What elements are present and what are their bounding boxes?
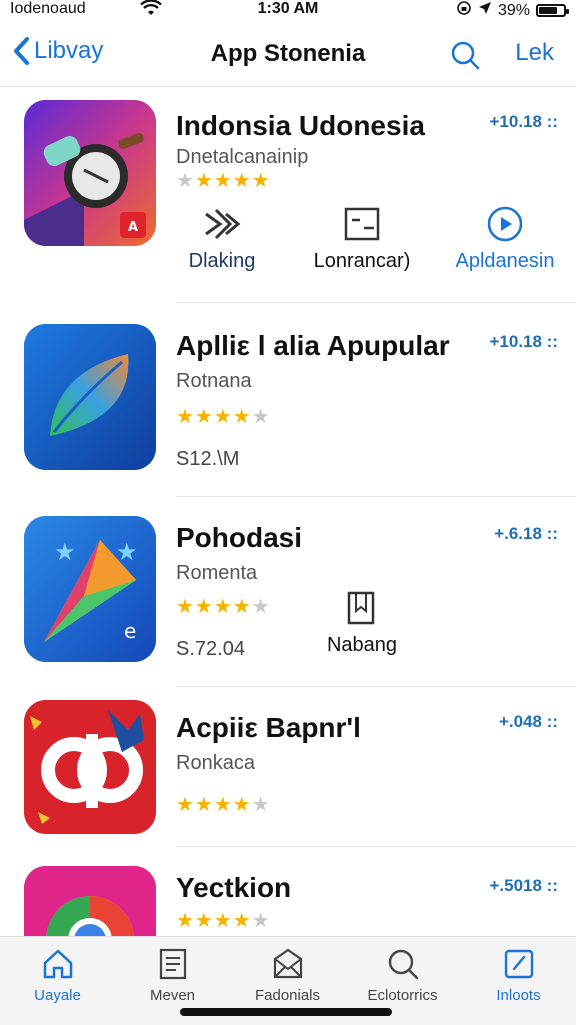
price-tag: +.048 :: bbox=[498, 712, 558, 731]
row-divider bbox=[176, 302, 576, 303]
tab-inloots[interactable]: Inloots bbox=[461, 947, 576, 1004]
row-divider bbox=[176, 846, 576, 847]
action-label: Apldanesin bbox=[455, 250, 555, 272]
home-indicator[interactable] bbox=[180, 1008, 392, 1016]
play-icon bbox=[487, 206, 523, 242]
tab-meven[interactable]: Meven bbox=[115, 947, 230, 1004]
price-tag: +.6.18 :: bbox=[494, 524, 558, 543]
action-button[interactable]: Apldanesin bbox=[435, 206, 575, 273]
tab-updates[interactable]: Uayale bbox=[0, 947, 115, 1004]
app-subtitle: Romenta bbox=[176, 562, 258, 584]
tab-label: Fadonials bbox=[254, 987, 321, 1004]
bookmark-icon bbox=[347, 591, 375, 625]
nav-right-link[interactable]: Lek bbox=[515, 39, 554, 67]
search-icon[interactable] bbox=[450, 40, 480, 75]
home-icon bbox=[43, 949, 72, 979]
app-name: Aplliε l alia Apupular bbox=[176, 330, 450, 361]
app-name: Acpiiε Bapnr'l bbox=[176, 712, 361, 743]
app-icon: A bbox=[24, 100, 156, 246]
svg-text:A: A bbox=[128, 220, 138, 235]
app-icon bbox=[24, 700, 156, 834]
tab-search[interactable]: Eclotorrics bbox=[345, 947, 460, 1004]
app-name: Yectkion bbox=[176, 872, 292, 903]
tab-label: Meven bbox=[149, 987, 196, 1004]
action-button[interactable]: Dlaking bbox=[152, 206, 292, 273]
battery-percent: 39% bbox=[497, 1, 530, 19]
tab-label: Eclotorrics bbox=[367, 987, 438, 1004]
list-item[interactable]: Yectkion ★★★★★ +.5018 :: bbox=[0, 850, 576, 936]
rating-stars: ★★★★★ bbox=[176, 910, 271, 932]
action-label: Nabang bbox=[326, 634, 398, 656]
app-subtitle: Rotnana bbox=[176, 370, 252, 392]
app-subtitle: Dnetalcanainip bbox=[176, 146, 309, 168]
app-name: Indonsia Udonesia bbox=[176, 110, 425, 141]
app-icon: ★ ★ e bbox=[24, 516, 156, 662]
svg-text:e: e bbox=[124, 619, 136, 643]
svg-text:★: ★ bbox=[116, 538, 138, 566]
status-bar: Iodenoaud 1:30 AM 39% bbox=[0, 0, 576, 24]
location-icon bbox=[478, 1, 492, 20]
share-icon bbox=[205, 208, 241, 240]
app-price: S.72.04 bbox=[176, 638, 245, 660]
app-icon bbox=[24, 324, 156, 470]
price-tag: +10.18 :: bbox=[489, 112, 558, 131]
app-subtitle: Ronkaca bbox=[176, 752, 255, 774]
edit-icon bbox=[504, 949, 533, 979]
rating-stars: ★★★★★ bbox=[176, 794, 271, 816]
lock-rotation-icon bbox=[456, 0, 472, 21]
price-tag: +10.18 :: bbox=[489, 332, 558, 351]
action-label: Lonrancar) bbox=[313, 250, 411, 272]
app-price: S12.\M bbox=[176, 448, 240, 470]
battery-icon bbox=[536, 4, 569, 17]
tab-fadonials[interactable]: Fadonials bbox=[230, 947, 345, 1004]
rating-stars: ★★★★★ bbox=[176, 406, 271, 428]
row-divider bbox=[176, 496, 576, 497]
app-icon bbox=[24, 866, 156, 936]
envelope-icon bbox=[273, 948, 302, 979]
window-icon bbox=[344, 207, 380, 241]
navigation-bar: Libvay App Stonenia Lek bbox=[0, 24, 576, 87]
row-divider bbox=[176, 686, 576, 687]
app-name: Pohodasi bbox=[176, 522, 303, 553]
list-item[interactable]: A Indonsia Udonesia Dnetalcanainip ★★★★★… bbox=[0, 90, 576, 303]
search-icon bbox=[388, 949, 418, 980]
page-title: App Stonenia bbox=[210, 40, 366, 67]
action-button[interactable]: Lonrancar) bbox=[292, 206, 432, 273]
tab-label: Inloots bbox=[496, 987, 541, 1004]
rating-stars: ★★★★★ bbox=[176, 596, 271, 618]
tab-label: Uayale bbox=[34, 987, 81, 1004]
price-tag: +.5018 :: bbox=[489, 876, 558, 895]
rating-stars: ★★★★★ bbox=[176, 170, 271, 192]
list-item[interactable]: ★ ★ e Pohodasi Romenta ★★★★★ S.72.04 Nab… bbox=[0, 500, 576, 687]
list-item[interactable]: Acpiiε Bapnr'l Ronkaca ★★★★★ +.048 :: bbox=[0, 690, 576, 847]
action-label: Dlaking bbox=[188, 250, 256, 272]
action-button[interactable]: Nabang bbox=[292, 590, 432, 657]
list-item[interactable]: Aplliε l alia Apupular Rotnana ★★★★★ S12… bbox=[0, 306, 576, 497]
document-icon bbox=[159, 948, 186, 980]
svg-text:★: ★ bbox=[54, 538, 76, 566]
